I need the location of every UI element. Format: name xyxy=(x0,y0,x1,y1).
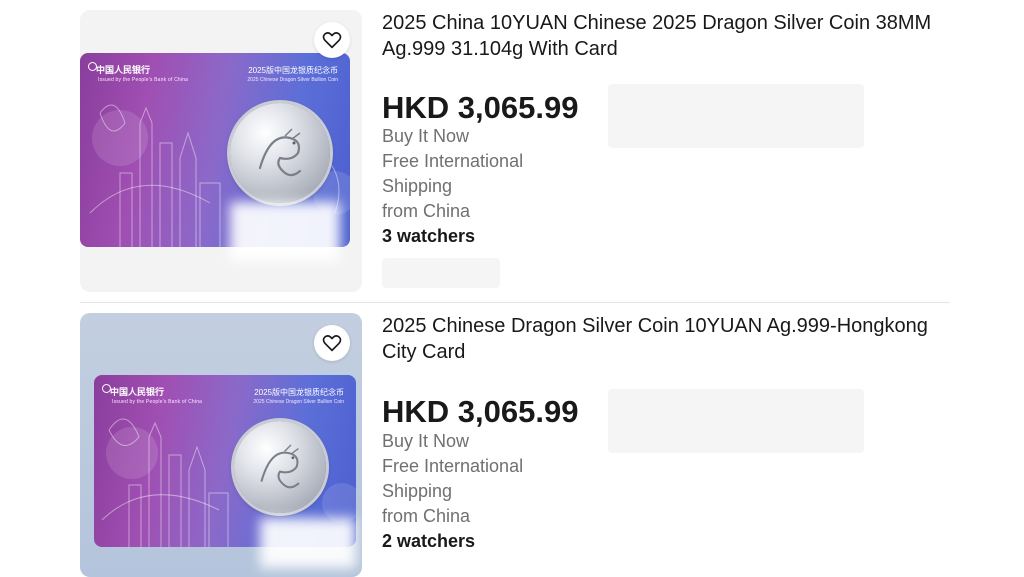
listing-item[interactable]: 中国人民银行 Issued by the People's Bank of Ch… xyxy=(80,10,950,292)
shipping-line-1: Free International xyxy=(382,151,524,171)
listing-image[interactable]: 中国人民银行 Issued by the People's Bank of Ch… xyxy=(80,10,362,292)
dragon-icon xyxy=(260,444,300,489)
item-location: from China xyxy=(382,201,471,221)
listing-price: HKD 3,065.99 xyxy=(382,394,579,429)
silver-coin-image xyxy=(230,103,330,203)
listing-title[interactable]: 2025 China 10YUAN Chinese 2025 Dragon Si… xyxy=(382,10,950,62)
watch-button[interactable] xyxy=(314,22,350,58)
placeholder-block xyxy=(382,258,500,288)
listing-price: HKD 3,065.99 xyxy=(382,90,579,125)
card-title-en: 2025 Chinese Dragon Silver Bullion Coin xyxy=(253,399,344,405)
listing-meta: Buy It Now Free International Shipping f… xyxy=(382,124,523,249)
item-location: from China xyxy=(382,506,471,526)
card-title-en: 2025 Chinese Dragon Silver Bullion Coin xyxy=(247,77,338,83)
card-issuer-cn: 中国人民银行 xyxy=(96,65,151,75)
card-issuer-en: Issued by the People's Bank of China xyxy=(112,399,203,405)
listing-meta: Buy It Now Free International Shipping f… xyxy=(382,429,523,554)
listing-divider xyxy=(80,302,950,303)
dragon-icon xyxy=(258,128,302,177)
listing-title[interactable]: 2025 Chinese Dragon Silver Coin 10YUAN A… xyxy=(382,313,950,365)
placeholder-block xyxy=(608,389,864,453)
listing-item[interactable]: 中国人民银行 Issued by the People's Bank of Ch… xyxy=(80,313,950,577)
watch-button[interactable] xyxy=(314,325,350,361)
card-issuer-en: Issued by the People's Bank of China xyxy=(98,77,189,83)
buy-format: Buy It Now xyxy=(382,431,470,451)
watchers-count: 3 watchers xyxy=(382,226,476,246)
listing-info: 2025 Chinese Dragon Silver Coin 10YUAN A… xyxy=(382,313,950,551)
card-issuer-cn: 中国人民银行 xyxy=(110,387,165,397)
listing-image[interactable]: 中国人民银行 Issued by the People's Bank of Ch… xyxy=(80,313,362,577)
card-title-cn: 2025版中国龙银质纪念币 xyxy=(254,388,344,397)
card-title-cn: 2025版中国龙银质纪念币 xyxy=(248,66,338,75)
buy-format: Buy It Now xyxy=(382,126,470,146)
shipping-line-2: Shipping xyxy=(382,176,453,196)
listing-info: 2025 China 10YUAN Chinese 2025 Dragon Si… xyxy=(382,10,950,288)
redacted-area xyxy=(260,518,356,568)
heart-outline-icon xyxy=(322,335,342,352)
watchers-count: 2 watchers xyxy=(382,531,476,551)
shipping-line-2: Shipping xyxy=(382,481,453,501)
heart-outline-icon xyxy=(322,32,342,49)
silver-coin-image xyxy=(234,421,326,513)
placeholder-block xyxy=(608,84,864,148)
shipping-line-1: Free International xyxy=(382,456,524,476)
redacted-area xyxy=(230,202,340,262)
